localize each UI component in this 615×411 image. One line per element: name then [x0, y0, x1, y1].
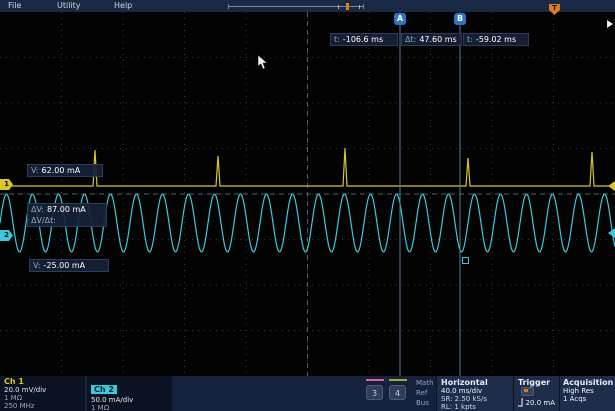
channel-2-level-arrow-icon[interactable]: [608, 228, 615, 238]
graticule-and-waveforms: [0, 12, 615, 376]
cursor-b-waveform-marker: [462, 257, 469, 264]
readout-value: 87.00 mA: [47, 205, 86, 214]
cursor-a-amplitude-readout: V: 62.00 mA: [27, 164, 103, 177]
readout-value: 47.60 ms: [419, 35, 457, 44]
horizontal-scale: 40.0 ms/div: [441, 387, 483, 395]
menu-utility[interactable]: Utility: [57, 1, 81, 10]
oscilloscope-app: File Utility Help T A B t: -106.6 ms Δt: 4…: [0, 0, 615, 411]
readout-label: Δt:: [405, 35, 417, 44]
menu-help[interactable]: Help: [114, 1, 132, 10]
horizontal-panel[interactable]: Horizontal 40.0 ms/div SR: 2.50 kS/s RL:…: [436, 376, 513, 411]
channel-1-bandwidth: 250 MHz: [4, 402, 35, 410]
cursor-delta-amplitude-readout: ΔV: 87.00 mA ΔV/Δt:: [27, 203, 107, 227]
cursor-b-amplitude-readout: V: -25.00 mA: [29, 259, 109, 272]
acquisition-count: 1 Acqs: [563, 395, 587, 403]
zoom-window-left-tick: [338, 5, 339, 9]
channel-1-badge[interactable]: Ch 1 20.0 mV/div 1 MΩ 250 MHz: [0, 376, 85, 411]
trigger-level: 20.0 mA: [525, 398, 555, 407]
channel-3-button[interactable]: 3: [366, 385, 383, 400]
horizontal-position-bar[interactable]: [228, 3, 364, 11]
menu-bar: File Utility Help: [0, 0, 615, 12]
acquisition-title: Acquisition: [563, 378, 614, 387]
readout-value: -25.00 mA: [43, 261, 86, 270]
trigger-position-marker[interactable]: [346, 3, 349, 10]
menu-file[interactable]: File: [8, 1, 21, 10]
channel-3-color-dash: [366, 379, 384, 381]
readout-value: -59.02 ms: [475, 35, 517, 44]
acquisition-panel[interactable]: Acquisition High Res 1 Acqs: [559, 376, 615, 411]
bus-button[interactable]: Bus: [416, 399, 429, 407]
mouse-cursor: [258, 55, 268, 70]
rail-left-tick: [228, 4, 229, 9]
ref-button[interactable]: Ref: [416, 389, 427, 397]
status-bar: Ch 1 20.0 mV/div 1 MΩ 250 MHz Ch 2 50.0 …: [0, 376, 615, 411]
readout-label: t:: [334, 35, 340, 44]
trigger-panel[interactable]: Trigger 20.0 mA: [513, 376, 559, 411]
rail-right-tick: [363, 4, 364, 9]
channel-2-name: Ch 2: [91, 385, 117, 394]
cursor-a-handle[interactable]: A: [394, 13, 406, 25]
channel-2-impedance: 1 MΩ: [91, 404, 110, 411]
readout-label: ΔV/Δt:: [31, 216, 56, 225]
channel-4-color-dash: [389, 379, 407, 381]
readout-value: 62.00 mA: [41, 166, 81, 175]
horizontal-record-length: RL: 1 kpts: [441, 403, 476, 411]
position-rail: [228, 6, 364, 7]
expand-arrow-icon[interactable]: [607, 20, 613, 28]
waveform-display: A B t: -106.6 ms Δt: 47.60 ms t: -59.02 ms …: [0, 12, 615, 376]
readout-label: V:: [33, 261, 41, 270]
readout-value: -106.6 ms: [342, 35, 384, 44]
math-button[interactable]: Math: [416, 379, 434, 387]
zoom-window-right-tick: [359, 5, 360, 9]
channel-1-level-arrow-icon[interactable]: [608, 181, 615, 191]
channel-2-scale: 50.0 mA/div: [91, 396, 134, 404]
readout-label: t:: [467, 35, 473, 44]
channel-1-scale: 20.0 mV/div: [4, 386, 47, 394]
trigger-indicator-icon: [521, 387, 534, 396]
cursor-delta-time-readout: Δt: 47.60 ms: [401, 33, 462, 46]
cursor-b-time-readout: t: -59.02 ms: [463, 33, 529, 46]
cursor-b-handle[interactable]: B: [454, 13, 466, 25]
acquisition-mode: High Res: [563, 387, 594, 395]
horizontal-sample-rate: SR: 2.50 kS/s: [441, 395, 487, 403]
channel-2-badge[interactable]: Ch 2 50.0 mA/div 1 MΩ 250 MHz: [87, 376, 172, 411]
readout-label: V:: [31, 166, 39, 175]
cursor-a-time-readout: t: -106.6 ms: [330, 33, 398, 46]
horizontal-title: Horizontal: [441, 378, 488, 387]
rising-edge-icon: [518, 398, 523, 407]
channel-4-button[interactable]: 4: [389, 385, 406, 400]
channel-1-name: Ch 1: [4, 377, 24, 386]
trigger-title: Trigger: [518, 378, 555, 396]
readout-label: ΔV:: [31, 205, 44, 214]
channel-1-impedance: 1 MΩ: [4, 394, 23, 402]
